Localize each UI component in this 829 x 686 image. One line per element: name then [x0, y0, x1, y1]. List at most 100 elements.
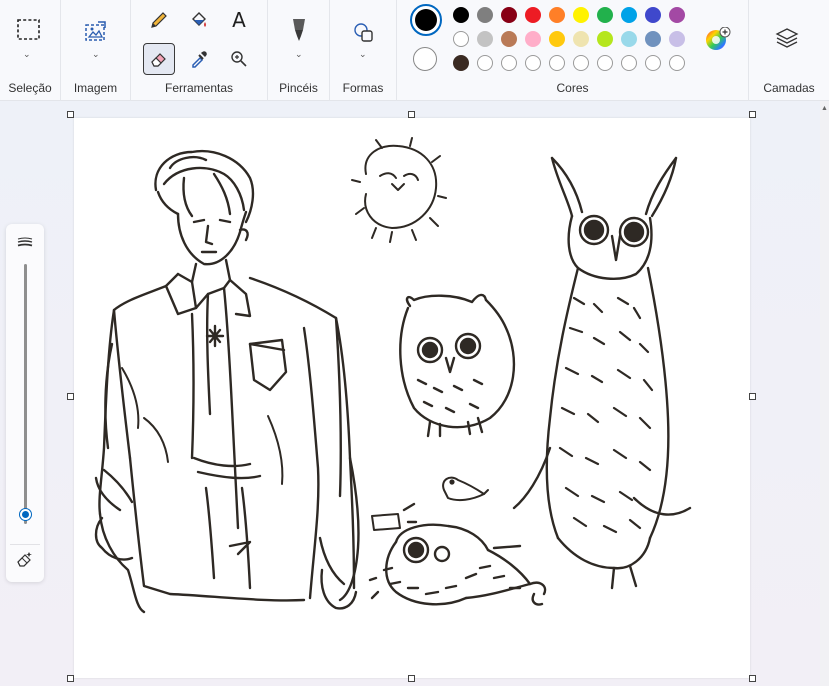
custom-color-slot[interactable]	[669, 55, 685, 71]
color-picker-button[interactable]	[183, 43, 215, 75]
pencil-button[interactable]	[143, 4, 175, 36]
ribbon-toolbar: ⌄ Seleção ⌄ Imagem A Ferramentas ⌄ Pincé…	[0, 0, 829, 101]
text-icon: A	[232, 8, 246, 32]
color-swatch[interactable]	[453, 31, 469, 47]
chevron-down-icon[interactable]: ⌄	[92, 49, 100, 60]
color-swatch[interactable]	[549, 7, 565, 23]
sketch-lying-owl	[368, 502, 547, 606]
primary-color-button[interactable]	[410, 4, 442, 36]
chevron-down-icon[interactable]: ⌄	[23, 49, 31, 60]
image-button[interactable]	[79, 16, 111, 48]
group-label-image: Imagem	[73, 81, 118, 95]
drawing-canvas[interactable]	[74, 118, 750, 678]
brush-size-icon	[17, 237, 33, 247]
color-swatch[interactable]	[477, 7, 493, 23]
color-swatch[interactable]	[549, 31, 565, 47]
shapes-button[interactable]	[348, 17, 380, 49]
group-label-brushes: Pincéis	[279, 81, 318, 95]
group-shapes: ⌄ Formas	[330, 0, 397, 101]
text-button[interactable]: A	[223, 4, 255, 36]
clear-eraser-button[interactable]	[14, 548, 36, 570]
layers-icon	[775, 28, 799, 48]
color-swatch[interactable]	[597, 31, 613, 47]
resize-handle-top-right[interactable]	[749, 111, 756, 118]
group-layers: Camadas	[749, 0, 829, 101]
fill-bucket-icon	[192, 12, 206, 27]
primary-color-swatch	[415, 9, 437, 31]
chevron-down-icon[interactable]: ⌄	[359, 49, 367, 60]
color-swatch[interactable]	[645, 7, 661, 23]
eraser-icon	[151, 53, 166, 67]
color-swatch[interactable]	[525, 31, 541, 47]
group-label-shapes: Formas	[342, 81, 384, 95]
resize-handle-top-left[interactable]	[67, 111, 74, 118]
sketch-tall-owl	[512, 156, 692, 590]
scroll-up-icon[interactable]: ▲	[821, 105, 828, 112]
custom-color-slot[interactable]	[621, 55, 637, 71]
color-swatch[interactable]	[501, 31, 517, 47]
sketch-puffball	[351, 137, 447, 243]
color-swatch[interactable]	[669, 7, 685, 23]
custom-color-slot[interactable]	[597, 55, 613, 71]
custom-color-slot[interactable]	[501, 55, 517, 71]
chevron-down-icon[interactable]: ⌄	[295, 49, 303, 60]
resize-handle-bottom[interactable]	[408, 675, 415, 682]
brush-size-panel	[6, 224, 44, 582]
group-label-selection: Seleção	[8, 81, 52, 95]
color-swatch[interactable]	[621, 7, 637, 23]
group-label-colors: Cores	[556, 81, 589, 95]
eraser-button[interactable]	[143, 43, 175, 75]
fill-button[interactable]	[183, 4, 215, 36]
color-swatch[interactable]	[453, 55, 469, 71]
vertical-scrollbar[interactable]: ▲	[820, 101, 829, 686]
group-colors: Cores	[397, 0, 749, 101]
color-swatch[interactable]	[477, 31, 493, 47]
secondary-color-button[interactable]	[413, 47, 437, 71]
group-tools: A Ferramentas	[131, 0, 268, 101]
selection-button[interactable]	[13, 14, 45, 46]
color-swatch[interactable]	[669, 31, 685, 47]
sketch-round-owl	[399, 293, 516, 438]
color-wheel-icon	[706, 26, 731, 50]
group-selection: ⌄ Seleção	[0, 0, 61, 101]
magnifier-button[interactable]	[223, 43, 255, 75]
color-swatch[interactable]	[501, 7, 517, 23]
custom-color-slot[interactable]	[645, 55, 661, 71]
magnifier-icon	[231, 51, 247, 67]
resize-handle-bottom-right[interactable]	[749, 675, 756, 682]
custom-color-slot[interactable]	[477, 55, 493, 71]
custom-color-slot[interactable]	[573, 55, 589, 71]
color-swatch[interactable]	[573, 7, 589, 23]
color-swatch[interactable]	[453, 7, 469, 23]
selection-rectangle-icon	[17, 19, 40, 40]
brush-icon	[293, 19, 305, 41]
resize-handle-top[interactable]	[408, 111, 415, 118]
layers-button[interactable]	[771, 22, 803, 54]
color-swatch[interactable]	[525, 7, 541, 23]
brush-size-slider[interactable]	[24, 264, 27, 524]
group-image: ⌄ Imagem	[61, 0, 131, 101]
image-crop-icon	[85, 21, 106, 41]
group-label-layers: Camadas	[763, 81, 815, 95]
pencil-icon	[151, 12, 167, 28]
group-label-tools: Ferramentas	[164, 81, 234, 95]
custom-color-slot[interactable]	[525, 55, 541, 71]
sketch-man	[94, 149, 360, 614]
sketch-small-bird	[442, 476, 489, 502]
shapes-icon	[354, 23, 373, 42]
group-brushes: ⌄ Pincéis	[268, 0, 330, 101]
sketch-drawing	[94, 137, 692, 614]
color-picker-icon	[192, 51, 207, 68]
resize-handle-right[interactable]	[749, 393, 756, 400]
eraser-clear-icon	[17, 552, 32, 567]
resize-handle-left[interactable]	[67, 393, 74, 400]
brush-size-slider-thumb[interactable]	[20, 508, 31, 520]
custom-color-slot[interactable]	[549, 55, 565, 71]
color-swatch[interactable]	[573, 31, 589, 47]
edit-colors-button[interactable]	[705, 26, 731, 51]
color-swatch[interactable]	[645, 31, 661, 47]
brushes-button[interactable]	[283, 14, 315, 46]
color-swatch[interactable]	[597, 7, 613, 23]
color-swatch[interactable]	[621, 31, 637, 47]
resize-handle-bottom-left[interactable]	[67, 675, 74, 682]
